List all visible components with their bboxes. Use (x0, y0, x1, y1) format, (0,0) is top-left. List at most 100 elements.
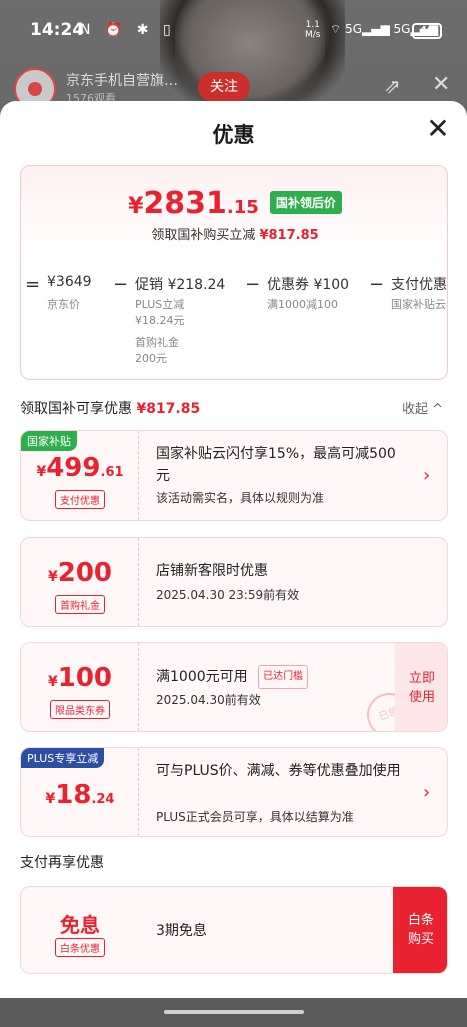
chevron-right-icon[interactable]: › (423, 782, 430, 803)
baitiao-buy-line1: 白条 (407, 913, 434, 928)
shop-name[interactable]: 京东手机自营旗… (66, 70, 178, 90)
section-title-amount: ¥817.85 (136, 401, 201, 417)
breakdown-payment: 支付优惠 (391, 277, 447, 293)
coupon-amount-integer: 18 (55, 780, 92, 810)
section-title: 领取国补可享优惠 ¥817.85 (20, 398, 200, 418)
chevron-right-icon[interactable]: › (423, 465, 430, 486)
close-icon[interactable]: ✕ (424, 115, 452, 143)
coupon-title: 可与PLUS价、满减、券等优惠叠加使用 (156, 763, 401, 779)
coupon-card-category[interactable]: ¥100 限品类东券 满1000元可用 已达门槛 2025.04.30前有效 已… (20, 642, 448, 732)
breakdown-op: − (369, 274, 385, 295)
use-now-button[interactable]: 立即 使用 (395, 643, 447, 731)
breakdown-promo-desc: 首购礼金 (135, 336, 179, 349)
installment-desc: 3期免息 (156, 923, 207, 939)
coupon-amount-decimal: .24 (91, 792, 115, 807)
discount-summary-label: 领取国补购买立减 (151, 228, 256, 243)
follow-button[interactable]: 关注 (198, 72, 250, 102)
sheet-title: 优惠 (212, 123, 255, 147)
coupon-chip: 首购礼金 (21, 594, 139, 614)
price-summary: ¥2831.15 国补领后价 领取国补购买立减 ¥817.85 = ¥3649 … (20, 165, 448, 380)
coupon-amount: ¥100 (21, 663, 139, 693)
breakdown-coupon-desc: 满1000减100 (267, 298, 338, 311)
final-price-currency: ¥ (128, 194, 144, 219)
final-price: ¥2831.15 国补领后价 (21, 186, 447, 221)
breakdown-op: − (113, 274, 129, 295)
coupon-desc: 2025.04.30 23:59前有效 (156, 588, 300, 602)
use-now-line2: 使用 (408, 690, 435, 705)
close-live-icon[interactable]: ✕ (432, 72, 450, 97)
section-title-label: 领取国补可享优惠 (20, 401, 132, 417)
net-speed: 1.1 M/s (305, 20, 321, 40)
breakdown-promo: 促销 ¥218.24 (135, 277, 226, 293)
coupon-chip: 支付优惠 (21, 489, 139, 509)
use-now-line1: 立即 (408, 671, 435, 686)
breakdown-jd-price: ¥3649 (47, 274, 92, 290)
breakdown-promo-desc: 200元 (135, 352, 167, 365)
battery-icon: 46 (412, 23, 442, 39)
system-icons: N ⏰ ✱ ▯ (80, 22, 176, 38)
coupon-card-first-purchase[interactable]: ¥200 首购礼金 店铺新客限时优惠 2025.04.30 23:59前有效 (20, 537, 448, 627)
corner-tag: 国家补贴 (21, 431, 77, 451)
baitiao-chip-text: 白条优惠 (55, 938, 105, 957)
threshold-met-badge: 已达门槛 (258, 665, 309, 689)
coupon-amount: ¥499.61 (21, 453, 139, 483)
net-speed-unit: M/s (305, 30, 321, 40)
coupon-amount: ¥18.24 (21, 780, 139, 810)
breakdown-jd-price-desc: 京东价 (47, 298, 80, 311)
coupon-desc: PLUS正式会员可享，具体以结算为准 (156, 810, 354, 824)
breakdown-op: = (25, 274, 41, 295)
coupon-chip-text: 限品类东券 (50, 700, 110, 719)
coupon-card-subsidy[interactable]: 国家补贴 ¥499.61 支付优惠 国家补贴云闪付享15%，最高可减500元 该… (20, 430, 448, 521)
payment-section-title: 支付再享优惠 (20, 855, 104, 871)
coupon-amount-area: ¥100 限品类东券 (21, 643, 139, 731)
coupon-title: 国家补贴云闪付享15%，最高可减500元 (156, 446, 396, 484)
coupon-amount-integer: 200 (57, 558, 113, 588)
coupon-title: 满1000元可用 已达门槛 (156, 665, 309, 689)
interest-free-title: 免息 (60, 913, 100, 937)
home-indicator[interactable] (164, 1010, 304, 1014)
coupon-amount-area: ¥200 首购礼金 (21, 538, 139, 626)
baitiao-card[interactable]: 免息 白条优惠 3期免息 白条 购买 (20, 886, 448, 974)
coupon-title: 店铺新客限时优惠 (156, 563, 268, 579)
promotion-sheet: 优惠 ✕ ¥2831.15 国补领后价 领取国补购买立减 ¥817.85 = ¥… (0, 101, 467, 998)
status-time: 14:24 (30, 20, 85, 40)
baitiao-chip: 白条优惠 (21, 937, 139, 957)
net-speed-value: 1.1 (305, 20, 320, 30)
final-price-integer: 2831 (143, 186, 227, 221)
collapse-toggle[interactable]: 收起 ^ (402, 398, 443, 417)
coupon-amount-integer: 499 (46, 453, 101, 483)
breakdown-coupon: 优惠券 ¥100 (267, 277, 350, 293)
baitiao-buy-button[interactable]: 白条 购买 (393, 887, 447, 973)
final-price-decimal: .15 (226, 197, 259, 218)
discount-summary-amount: ¥817.85 (259, 228, 319, 243)
coupon-title-text: 满1000元可用 (156, 669, 248, 685)
coupon-amount-currency: ¥ (47, 569, 58, 585)
corner-tag: PLUS专享立减 (21, 748, 105, 768)
coupon-amount-area: PLUS专享立减 ¥18.24 (21, 748, 139, 836)
final-price-tag: 国补领后价 (269, 191, 342, 214)
coupon-amount-currency: ¥ (36, 464, 47, 480)
coupon-desc: 2025.04.30前有效 (156, 693, 261, 707)
discount-summary: 领取国补购买立减 ¥817.85 (21, 224, 447, 243)
breakdown-promo-desc: ¥18.24元 (135, 314, 185, 327)
baitiao-buy-line2: 购买 (407, 932, 434, 947)
breakdown-op: − (245, 274, 261, 295)
breakdown-payment-desc: 国家补贴云 (391, 298, 446, 311)
coupon-amount-decimal: .61 (100, 465, 124, 480)
live-header: 京东手机自营旗… 1576观看 关注 ⇗ ✕ (0, 66, 467, 110)
navigation-bar (0, 998, 467, 1027)
coupon-amount-integer: 100 (57, 663, 113, 693)
share-icon[interactable]: ⇗ (384, 74, 401, 98)
coupon-chip: 限品类东券 (21, 699, 139, 719)
coupon-chip-text: 首购礼金 (55, 595, 105, 614)
coupon-amount-currency: ¥ (45, 791, 56, 807)
coupon-card-plus[interactable]: PLUS专享立减 ¥18.24 可与PLUS价、满减、券等优惠叠加使用 PLUS… (20, 747, 448, 837)
status-bar: 14:24 N ⏰ ✱ ▯ 1.1 M/s ⌔ 5G▂▄▆ 5G▂▄▆ 46 (0, 0, 467, 62)
coupon-amount: ¥200 (21, 558, 139, 588)
coupon-amount-area: 国家补贴 ¥499.61 支付优惠 (21, 431, 139, 520)
coupon-amount-currency: ¥ (47, 674, 58, 690)
coupon-chip-text: 支付优惠 (55, 490, 105, 509)
breakdown-promo-desc: PLUS立减 (135, 298, 185, 311)
price-breakdown: = ¥3649 京东价 − 促销 ¥218.24 PLUS立减 ¥18.24元 … (21, 272, 447, 372)
coupon-desc: 该活动需实名，具体以规则为准 (156, 491, 325, 505)
